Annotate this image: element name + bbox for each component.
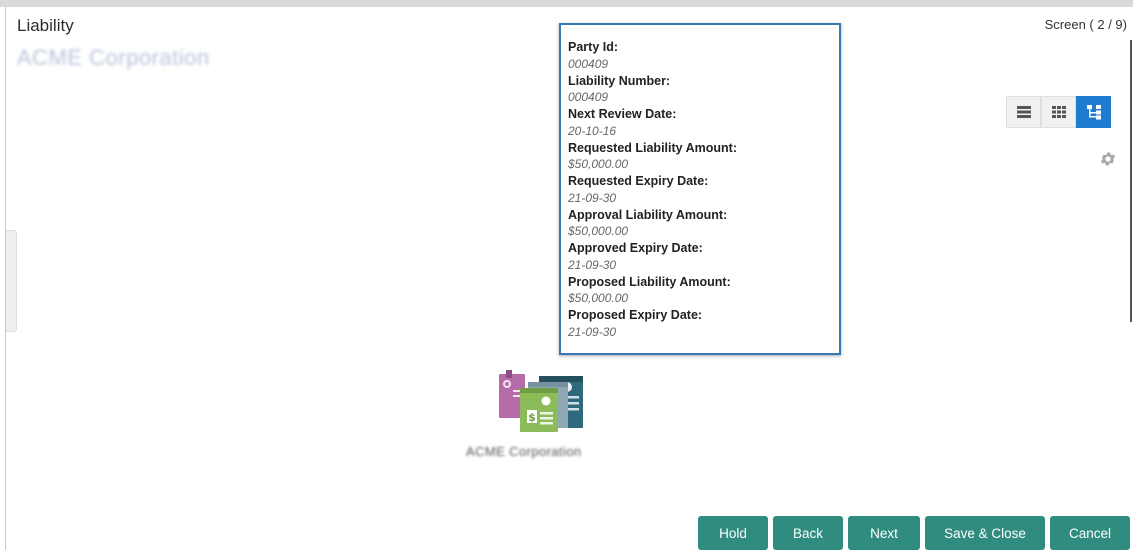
company-name-header: ACME Corporation bbox=[17, 45, 210, 70]
grid-view-button[interactable] bbox=[1041, 96, 1076, 128]
approval-liability-amount-value: $50,000.00 bbox=[568, 224, 629, 238]
gear-icon[interactable] bbox=[1099, 150, 1117, 168]
cancel-button[interactable]: Cancel bbox=[1050, 516, 1130, 550]
hold-button[interactable]: Hold bbox=[698, 516, 768, 550]
requested-liability-amount-label: Requested Liability Amount: bbox=[568, 140, 737, 155]
footer-actions: Hold Back Next Save & Close Cancel bbox=[698, 516, 1133, 550]
requested-expiry-date-value: 21-09-30 bbox=[568, 190, 617, 205]
page-title: Liability bbox=[17, 16, 74, 35]
side-panel-handle[interactable] bbox=[6, 230, 17, 332]
next-button[interactable]: Next bbox=[848, 516, 920, 550]
back-button[interactable]: Back bbox=[773, 516, 843, 550]
next-review-date-label: Next Review Date: bbox=[568, 107, 677, 121]
proposed-liability-amount-value: $50,000.00 bbox=[568, 291, 629, 305]
list-view-button[interactable] bbox=[1006, 96, 1041, 128]
next-review-date-value: 20-10-16 bbox=[568, 123, 617, 138]
view-toggle bbox=[1006, 96, 1111, 128]
save-close-button[interactable]: Save & Close bbox=[925, 516, 1045, 550]
screen-counter: Screen ( 2 / 9) bbox=[1044, 17, 1127, 32]
svg-text:$: $ bbox=[528, 411, 536, 424]
node-company-name[interactable]: ACME Corporation bbox=[466, 444, 582, 459]
party-id-label: Party Id: bbox=[568, 40, 619, 54]
party-id-value: 000409 bbox=[568, 56, 609, 71]
proposed-expiry-date-label: Proposed Expiry Date: bbox=[568, 308, 703, 322]
grid-view-icon bbox=[1051, 106, 1066, 118]
approved-expiry-date-value: 21-09-30 bbox=[568, 257, 617, 272]
requested-expiry-date-label: Requested Expiry Date: bbox=[568, 174, 709, 188]
list-view-icon bbox=[1016, 106, 1031, 118]
top-border bbox=[0, 0, 1133, 7]
tree-view-icon bbox=[1086, 105, 1101, 120]
scrollbar[interactable] bbox=[1130, 40, 1132, 322]
liability-number-value: 000409 bbox=[568, 90, 609, 104]
liability-details-tooltip: Party Id: 000409 Liability Number: 00040… bbox=[559, 23, 841, 355]
liability-number-label: Liability Number: bbox=[568, 73, 671, 88]
approval-liability-amount-label: Approval Liability Amount: bbox=[568, 207, 728, 222]
proposed-liability-amount-label: Proposed Liability Amount: bbox=[568, 274, 731, 289]
proposed-expiry-date-value: 21-09-30 bbox=[568, 324, 617, 339]
liability-documents-icon[interactable]: $ bbox=[496, 370, 586, 436]
approved-expiry-date-label: Approved Expiry Date: bbox=[568, 241, 703, 255]
tree-view-button[interactable] bbox=[1076, 96, 1111, 128]
requested-liability-amount-value: $50,000.00 bbox=[568, 157, 629, 171]
